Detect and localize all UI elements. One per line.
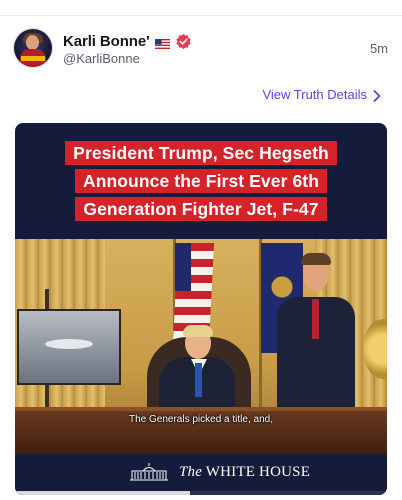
top-divider (0, 15, 402, 16)
view-truth-details-link[interactable]: View Truth Details (262, 87, 381, 102)
wordmark-house: WHITE HOUSE (205, 464, 311, 480)
handle[interactable]: @KarliBonne (63, 51, 140, 66)
verified-badge-icon (175, 33, 192, 50)
headline-line-1: President Trump, Sec Hegseth (65, 141, 337, 165)
name-row: Karli Bonne' (63, 31, 192, 51)
white-house-logo-icon (128, 462, 170, 482)
view-details-label: View Truth Details (262, 87, 367, 102)
video-progress-fill (15, 491, 190, 495)
white-house-wordmark: The WHITE HOUSE (179, 464, 310, 481)
video-player[interactable]: President Trump, Sec Hegseth Announce th… (15, 123, 387, 495)
avatar[interactable] (14, 29, 52, 67)
video-caption: The Generals picked a title, and, (129, 414, 273, 425)
aircraft-painting (17, 309, 121, 385)
video-headline: President Trump, Sec Hegseth Announce th… (15, 141, 387, 225)
display-name[interactable]: Karli Bonne' (63, 33, 150, 50)
headline-line-2: Announce the First Ever 6th (74, 169, 328, 193)
us-flag-icon (154, 36, 170, 49)
headline-line-3: Generation Fighter Jet, F-47 (75, 197, 327, 221)
timestamp: 5m (369, 41, 388, 56)
wordmark-the: The (179, 464, 203, 480)
chevron-right-icon (373, 89, 381, 102)
post-header: Karli Bonne' @KarliBonne 5m (14, 29, 388, 69)
